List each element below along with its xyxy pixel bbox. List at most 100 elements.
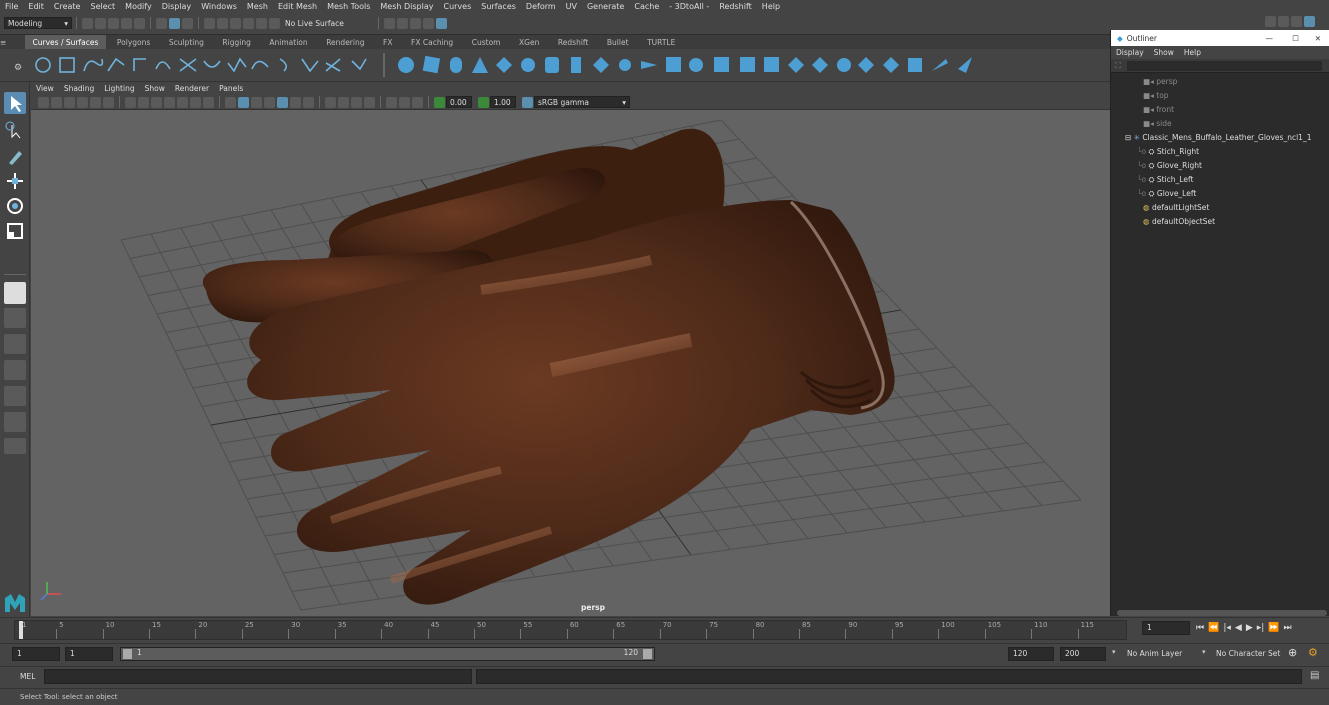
workspace-select[interactable]: Modeling ▾	[4, 17, 72, 29]
list-item[interactable]: └o ⛭ Glove_Left	[1137, 187, 1196, 200]
live-surface-label[interactable]: No Live Surface	[285, 19, 344, 28]
grid-icon[interactable]	[125, 96, 136, 108]
nurbs-cylinder-icon[interactable]	[450, 57, 462, 73]
select-component-icon[interactable]	[182, 17, 193, 29]
gamma-field[interactable]: 1.00	[490, 96, 516, 108]
gamma-icon[interactable]	[478, 96, 489, 108]
current-time-indicator[interactable]	[19, 621, 23, 639]
nurbs-torus-icon[interactable]	[521, 58, 535, 72]
playback-end-field[interactable]: 120	[1008, 647, 1054, 661]
list-item[interactable]: ■◂ front	[1143, 103, 1174, 116]
untrim-icon[interactable]	[837, 58, 851, 72]
play-forward-icon[interactable]: ▶	[1246, 623, 1253, 633]
shadows-icon[interactable]	[303, 96, 314, 108]
render-view-icon[interactable]	[383, 17, 395, 29]
field-chart-icon[interactable]	[177, 96, 188, 108]
move-tool-icon[interactable]	[4, 170, 26, 192]
revolve-icon[interactable]	[545, 57, 559, 73]
menu-curves[interactable]: Curves	[443, 0, 471, 14]
list-item[interactable]: ■◂ top	[1143, 89, 1169, 102]
outliner-menu-help[interactable]: Help	[1184, 48, 1201, 57]
ipr-render-icon[interactable]	[409, 17, 421, 29]
attribute-editor-icon[interactable]	[1278, 16, 1289, 27]
detach-surface-icon[interactable]	[883, 57, 899, 73]
range-slider[interactable]: 1 120	[120, 647, 655, 661]
animation-end-field[interactable]: 200	[1060, 647, 1106, 661]
search-input[interactable]	[1126, 60, 1322, 71]
new-scene-icon[interactable]	[82, 17, 93, 29]
chevron-down-icon[interactable]: ▾	[1202, 648, 1206, 656]
outliner-menu-show[interactable]: Show	[1154, 48, 1174, 57]
wireframe-on-shaded-icon[interactable]	[264, 96, 275, 108]
save-scene-icon[interactable]	[108, 17, 119, 29]
nurbs-plane-icon[interactable]	[496, 57, 512, 73]
tab-polygons[interactable]: Polygons	[109, 35, 158, 50]
nurbs-cube-icon[interactable]	[422, 55, 441, 74]
anim-layer-select[interactable]: No Anim Layer	[1127, 649, 1182, 658]
tab-bullet[interactable]: Bullet	[599, 35, 637, 50]
birail-icon[interactable]	[641, 61, 657, 69]
rotate-tool-icon[interactable]	[4, 195, 26, 217]
render-frame-icon[interactable]	[396, 17, 408, 29]
nurbs-cone-icon[interactable]	[472, 57, 488, 73]
script-editor-icon[interactable]: ▤	[1310, 670, 1319, 681]
extrude-icon[interactable]	[619, 59, 631, 71]
step-forward-key-icon[interactable]: ⏩	[1268, 623, 1279, 633]
bevel-plus-icon[interactable]	[740, 57, 755, 72]
panel-menu-panels[interactable]: Panels	[219, 83, 243, 95]
pencil-curve-icon[interactable]	[133, 58, 146, 71]
bevel-icon[interactable]	[714, 57, 729, 72]
lasso-tool-icon[interactable]	[4, 120, 26, 142]
sculpt-geometry-icon[interactable]	[932, 59, 948, 71]
step-back-frame-icon[interactable]: |◂	[1223, 623, 1231, 633]
command-language-label[interactable]: MEL	[20, 672, 35, 681]
scale-tool-icon[interactable]	[4, 220, 26, 242]
panel-menu-view[interactable]: View	[36, 83, 54, 95]
square-surface-icon[interactable]	[689, 58, 703, 72]
panel-menu-show[interactable]: Show	[145, 83, 165, 95]
tab-sculpting[interactable]: Sculpting	[161, 35, 212, 50]
tool-settings-icon[interactable]	[1291, 16, 1302, 27]
motion-blur-icon[interactable]	[338, 96, 349, 108]
menu-generate[interactable]: Generate	[587, 0, 624, 14]
redo-icon[interactable]	[134, 17, 145, 29]
current-frame-field[interactable]: 1	[1142, 621, 1190, 635]
cv-curve-icon[interactable]	[83, 58, 104, 72]
live-surface-icon[interactable]	[269, 17, 280, 29]
shelf-settings-icon[interactable]: ⚙	[14, 63, 22, 73]
menu-redshift[interactable]: Redshift	[719, 0, 751, 14]
lights-icon[interactable]	[290, 96, 301, 108]
attach-surface-icon[interactable]	[858, 57, 874, 73]
color-management-icon[interactable]	[522, 96, 533, 108]
render-settings-icon[interactable]	[422, 17, 434, 29]
menu-display[interactable]: Display	[162, 0, 192, 14]
select-hierarchy-icon[interactable]	[156, 17, 167, 29]
menu-cache[interactable]: Cache	[634, 0, 659, 14]
menu-edit[interactable]: Edit	[28, 0, 44, 14]
go-to-start-icon[interactable]: ⏮	[1196, 623, 1204, 633]
outliner-persp-layout-icon[interactable]	[4, 412, 26, 432]
panel-menu-renderer[interactable]: Renderer	[175, 83, 209, 95]
persp-outliner-layout-icon[interactable]	[4, 334, 26, 354]
list-item[interactable]: ■◂ persp	[1143, 75, 1177, 88]
four-view-layout-icon[interactable]	[4, 308, 26, 328]
tab-rigging[interactable]: Rigging	[214, 35, 258, 50]
tab-curves-surfaces[interactable]: Curves / Surfaces	[24, 35, 107, 50]
tab-fx[interactable]: FX	[375, 35, 400, 50]
menu-surfaces[interactable]: Surfaces	[481, 0, 516, 14]
intersect-surface-icon[interactable]	[764, 57, 779, 72]
detach-curve-icon[interactable]	[203, 60, 221, 68]
trim-tool-icon[interactable]	[812, 57, 828, 73]
collapse-icon[interactable]: ⊟	[1125, 133, 1134, 142]
shelf-menu-icon[interactable]: ≡	[0, 35, 22, 50]
isolate-select-icon[interactable]	[386, 96, 397, 108]
menu-uv[interactable]: UV	[566, 0, 577, 14]
menu-deform[interactable]: Deform	[526, 0, 556, 14]
tab-xgen[interactable]: XGen	[511, 35, 547, 50]
curve-edit-icon[interactable]	[351, 58, 367, 71]
hypershade-icon[interactable]	[435, 17, 447, 29]
open-scene-icon[interactable]	[95, 17, 106, 29]
custom-layout-icon[interactable]	[4, 438, 26, 454]
snap-grid-icon[interactable]	[204, 17, 215, 29]
rebuild-curve-icon[interactable]	[301, 58, 319, 73]
